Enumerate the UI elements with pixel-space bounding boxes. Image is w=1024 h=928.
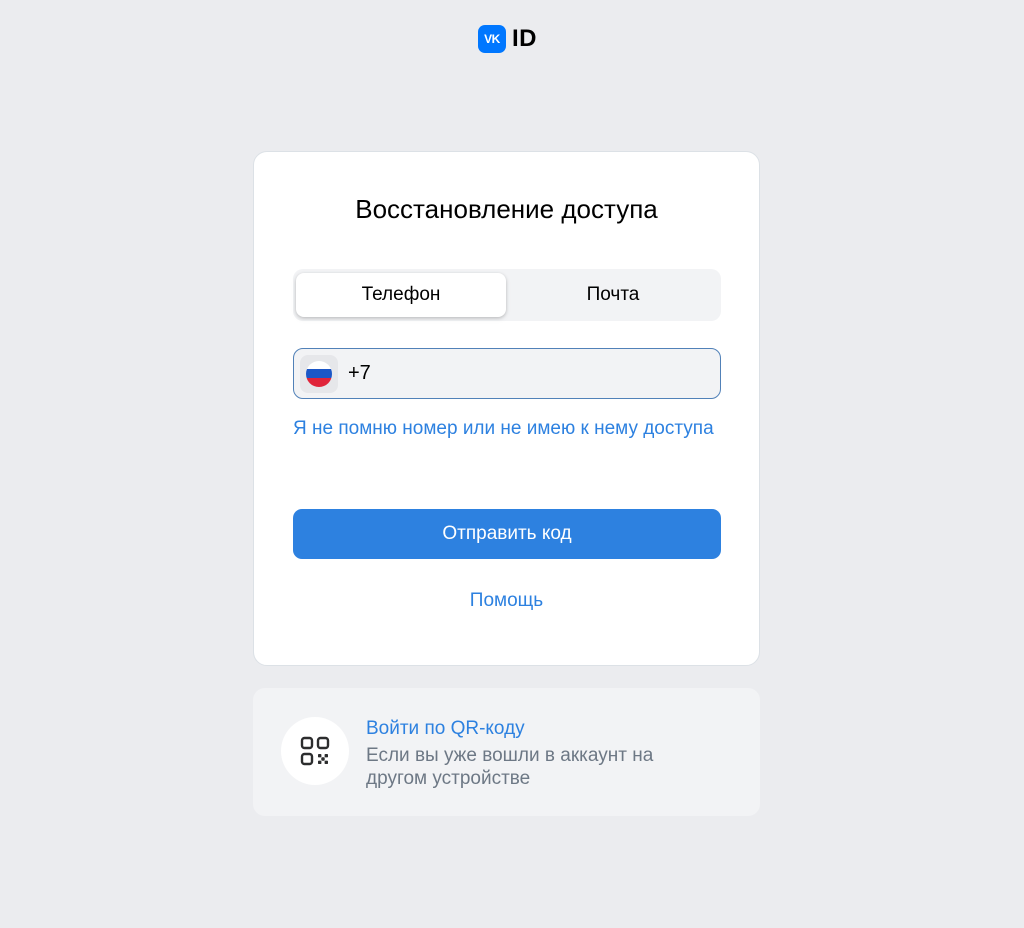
send-code-button[interactable]: Отправить код <box>293 509 721 559</box>
help-link[interactable]: Помощь <box>254 590 759 612</box>
recovery-card: Восстановление доступа Телефон Почта Я н… <box>253 151 760 666</box>
vk-logo-icon: VK <box>478 25 506 53</box>
qr-login-card[interactable]: Войти по QR-коду Если вы уже вошли в акк… <box>253 688 760 816</box>
method-segmented-control: Телефон Почта <box>293 269 721 321</box>
phone-field[interactable] <box>293 348 721 399</box>
russia-flag-icon <box>306 360 332 387</box>
qr-login-title: Войти по QR-коду <box>366 718 525 739</box>
tab-phone[interactable]: Телефон <box>296 273 506 317</box>
page-title: Восстановление доступа <box>355 194 658 224</box>
vk-id-logo: VK ID <box>478 25 537 53</box>
phone-input[interactable] <box>348 362 688 385</box>
logo-text: ID <box>512 25 537 52</box>
qr-icon-circle <box>281 717 349 785</box>
qr-code-icon <box>300 736 330 766</box>
tab-email[interactable]: Почта <box>508 273 718 317</box>
forgot-number-link[interactable]: Я не помню номер или не имею к нему дост… <box>293 412 723 446</box>
country-selector[interactable] <box>300 354 338 393</box>
qr-login-subtitle: Если вы уже вошли в аккаунт на другом ус… <box>366 745 654 789</box>
